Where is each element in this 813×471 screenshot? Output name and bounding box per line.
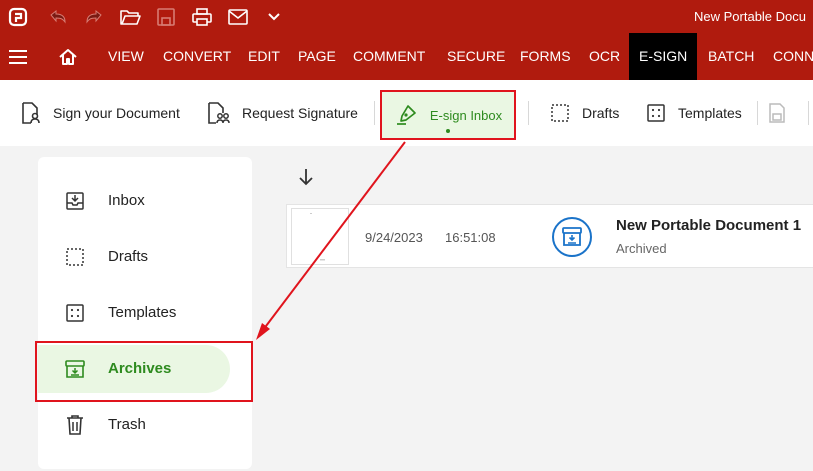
templates-icon [64,302,86,324]
sidebar-item-drafts[interactable]: Drafts [38,237,252,277]
drafts-icon [551,104,569,122]
toolbar-divider [374,101,375,125]
toolbar-divider [528,101,529,125]
sidebar-item-trash[interactable]: Trash [38,405,252,445]
save-icon[interactable] [154,5,178,29]
document-row[interactable]: 9/24/2023 16:51:08 New Portable Document… [286,204,813,268]
sign-document-button[interactable]: Sign your Document [19,80,180,146]
menu-bar: VIEW CONVERT EDIT PAGE COMMENT SECURE FO… [0,33,813,80]
menu-page[interactable]: PAGE [298,33,336,80]
sidebar-item-templates[interactable]: Templates [38,293,252,333]
document-name: New Portable Document 1 [616,217,802,234]
sort-arrow-down-icon[interactable] [296,166,316,188]
inbox-icon [64,190,86,212]
toolbar-templates-button[interactable]: Templates [646,80,742,146]
title-bar: New Portable Docu [0,0,813,33]
app-logo-icon [6,5,30,29]
menu-batch[interactable]: BATCH [708,33,754,80]
esign-inbox-label: E-sign Inbox [429,107,503,123]
sidebar-item-label: Inbox [108,192,145,209]
esign-toolbar: Sign your Document Request Signature E-s… [0,80,813,146]
hamburger-menu-icon[interactable] [6,45,30,69]
print-icon[interactable] [190,5,214,29]
undo-icon[interactable] [46,5,70,29]
menu-ocr[interactable]: OCR [589,33,620,80]
menu-edit[interactable]: EDIT [248,33,280,80]
menu-forms[interactable]: FORMS [520,33,571,80]
document-thumbnail [291,208,349,265]
request-signature-label: Request Signature [242,105,358,121]
save-disabled-icon [769,103,785,123]
request-signature-button[interactable]: Request Signature [206,80,358,146]
menu-convert[interactable]: CONVERT [163,33,231,80]
trash-icon [64,414,86,436]
redo-icon[interactable] [82,5,106,29]
home-icon[interactable] [56,45,80,69]
sidebar-item-label: Drafts [108,248,149,265]
sidebar-item-label: Trash [108,416,146,433]
document-date: 9/24/2023 [365,230,423,245]
open-folder-icon[interactable] [118,5,142,29]
sign-document-label: Sign your Document [53,105,180,121]
archived-status-icon [551,216,593,258]
menu-connect[interactable]: CONN [773,33,813,80]
archives-highlight-frame [35,341,253,402]
chevron-down-icon[interactable] [262,5,286,29]
menu-esign[interactable]: E-SIGN [629,33,698,80]
menu-comment[interactable]: COMMENT [353,33,425,80]
request-signature-icon [208,102,230,124]
document-time: 16:51:08 [445,230,496,245]
toolbar-save-template-button[interactable] [767,80,787,146]
sign-document-icon [22,102,40,124]
document-status: Archived [616,241,667,256]
document-title: New Portable Docu [694,9,806,24]
menu-secure[interactable]: SECURE [447,33,505,80]
drafts-icon [64,246,86,268]
active-indicator [446,129,450,133]
toolbar-divider [757,101,758,125]
toolbar-drafts-label: Drafts [582,105,620,121]
toolbar-divider [808,101,809,125]
menu-view[interactable]: VIEW [108,33,144,80]
sidebar-item-inbox[interactable]: Inbox [38,181,252,221]
mail-icon[interactable] [226,5,250,29]
toolbar-templates-label: Templates [678,105,742,121]
pen-nib-icon [396,105,416,125]
toolbar-drafts-button[interactable]: Drafts [550,80,619,146]
esign-sidebar: Inbox Drafts Templates Archives Trash [38,157,252,469]
esign-inbox-button[interactable]: E-sign Inbox [380,90,516,140]
templates-icon [647,104,665,122]
sidebar-item-label: Templates [108,304,177,321]
